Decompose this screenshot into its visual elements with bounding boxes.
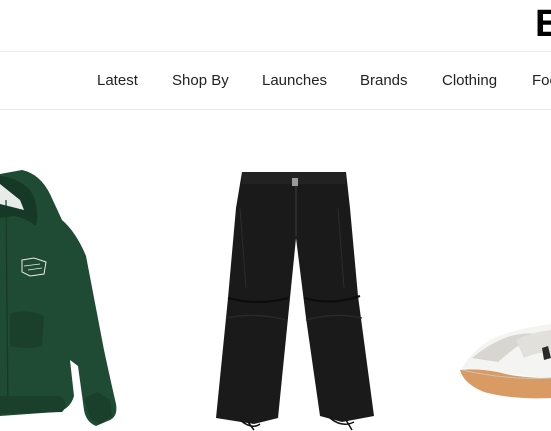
nav-item-shop-by[interactable]: Shop By — [172, 72, 229, 90]
nav-item-brands[interactable]: Brands — [360, 72, 408, 90]
site-logo[interactable]: E — [535, 4, 551, 44]
pants-image — [216, 172, 374, 431]
top-header: E — [0, 0, 551, 52]
nav-item-launches[interactable]: Launches — [262, 72, 327, 90]
nav-item-clothing[interactable]: Clothing — [442, 72, 497, 90]
nav-item-footwear[interactable]: Foo — [532, 72, 551, 90]
main-nav: Latest Shop By Launches Brands Clothing … — [0, 52, 551, 110]
product-card-hoodie[interactable] — [0, 160, 130, 431]
nav-item-latest[interactable]: Latest — [97, 72, 138, 90]
sneaker-image — [460, 324, 551, 399]
hoodie-image — [0, 170, 117, 426]
page: E Latest Shop By Launches Brands Clothin… — [0, 0, 551, 431]
product-card-sneaker[interactable] — [458, 318, 551, 404]
product-card-pants[interactable] — [210, 168, 380, 431]
